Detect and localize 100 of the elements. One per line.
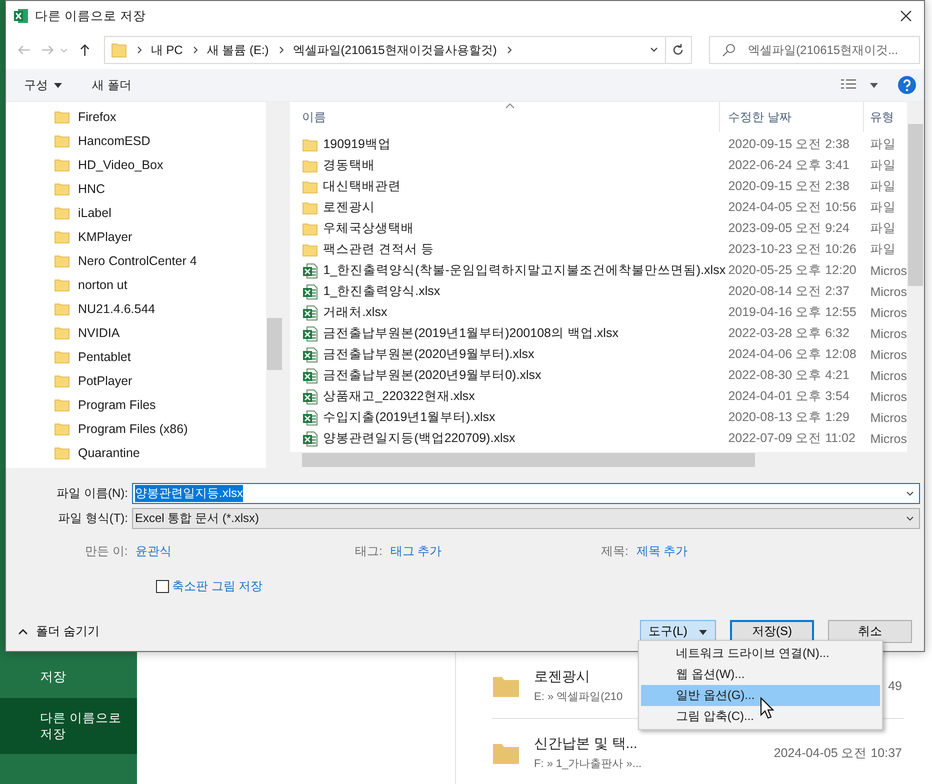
file-row[interactable]: 190919백업 2020-09-15 오전 2:38 파일 (290, 134, 907, 155)
spreadsheet-app-icon (13, 8, 29, 24)
folder-tree-item[interactable]: PotPlayer (54, 369, 266, 393)
spreadsheet-file-icon (302, 410, 318, 426)
file-row[interactable]: 금전출납부원본(2019년1월부터)200108의 백업.xlsx 2022-03-28 오후 6:32 Micros (290, 323, 907, 344)
search-field[interactable]: 엑셀파일(210615현재이것... (709, 36, 920, 64)
folder-icon (54, 229, 70, 245)
chevron-right-icon (134, 46, 143, 54)
menu-item[interactable]: 네트워크 드라이브 연결(N)... (641, 643, 880, 664)
folder-tree-item[interactable]: HD_Video_Box (54, 153, 266, 177)
spreadsheet-file-icon (302, 368, 318, 384)
menu-item[interactable]: 그림 압축(C)... (641, 706, 880, 727)
file-row[interactable]: 거래처.xlsx 2019-04-16 오후 12:55 Micros (290, 302, 907, 323)
folder-tree-item[interactable]: HancomESD (54, 129, 266, 153)
close-icon[interactable] (900, 10, 912, 22)
folder-icon (54, 277, 70, 293)
folder-icon (54, 301, 70, 317)
folder-icon (492, 674, 520, 698)
file-row[interactable]: 1_한진출력양식(착불-운임입력하지말고지불조건에착불만쓰면됨).xlsx 2020-05-25 오후 12:20 Micros (290, 260, 907, 281)
help-icon[interactable] (898, 76, 916, 94)
spreadsheet-file-icon (302, 430, 318, 446)
folder-icon (54, 181, 70, 197)
checkbox-label[interactable]: 축소판 그림 저장 (172, 578, 263, 595)
folder-tree-item[interactable]: NVIDIA (54, 321, 266, 345)
breadcrumb-item[interactable]: 엑셀파일(210615현재이것을사용할것) (292, 42, 497, 58)
menu-item[interactable]: 일반 옵션(G)... (641, 685, 880, 706)
menu-item[interactable]: 웹 옵션(W)... (641, 664, 880, 685)
file-row[interactable]: 경동택배 2022-06-24 오후 3:41 파일 (290, 155, 907, 176)
file-type-dropdown[interactable]: Excel 통합 문서 (*.xlsx) (132, 508, 920, 529)
folder-tree-item[interactable]: Nero ControlCenter 4 (54, 249, 266, 273)
folder-icon (54, 397, 70, 413)
backstage-nav-item[interactable]: 다른 이름으로 저장 (0, 698, 137, 754)
folder-icon (54, 349, 70, 365)
folder-icon (54, 421, 70, 437)
hide-folders-button[interactable]: 폴더 숨기기 (6, 622, 106, 641)
column-header[interactable]: 유형 (864, 102, 907, 132)
folder-icon (302, 158, 318, 174)
folder-tree-item[interactable]: KMPlayer (54, 225, 266, 249)
folder-icon (110, 42, 127, 58)
spreadsheet-file-icon (302, 388, 318, 404)
sort-caret-icon (505, 103, 516, 109)
chevron-down-icon[interactable] (905, 488, 915, 498)
folder-icon (54, 109, 70, 125)
scrollbar[interactable] (907, 102, 924, 468)
property-label: 만든 이: (85, 542, 128, 560)
recent-folder-name[interactable]: 신간납본 및 택... (534, 735, 642, 753)
file-row[interactable]: 상품재고_220322현재.xlsx 2024-04-01 오후 3:54 Micros (290, 386, 907, 407)
file-row[interactable]: 우체국상생택배 2023-09-05 오전 9:24 파일 (290, 218, 907, 239)
spreadsheet-file-icon (302, 304, 318, 320)
file-row[interactable]: 로젠광시 2024-04-05 오전 10:56 파일 (290, 197, 907, 218)
property-value-link[interactable]: 윤관식 (136, 542, 172, 560)
file-row[interactable]: 양봉관련일지등(백업220709).xlsx 2022-07-09 오전 11:02 Micros (290, 428, 907, 449)
folder-tree-item[interactable]: iLabel (54, 201, 266, 225)
field-label: 파일 이름(N): (56, 485, 129, 502)
folder-tree-item[interactable]: NU21.4.6.544 (54, 297, 266, 321)
spreadsheet-file-icon (302, 284, 318, 300)
spreadsheet-file-icon (302, 262, 318, 278)
folder-tree-item[interactable]: Pentablet (54, 345, 266, 369)
up-arrow-icon[interactable] (78, 43, 92, 57)
recent-folder-path: F: » 1_가나출판사 »... (534, 757, 642, 771)
folder-icon (302, 220, 318, 236)
file-name-field[interactable]: 양봉관련일지등.xlsx (132, 483, 920, 504)
cancel-button[interactable]: 취소 (828, 620, 912, 643)
file-row[interactable]: 금전출납부원본(2020년9월부터0).xlsx 2022-08-30 오후 4:21 Micros (290, 365, 907, 386)
breadcrumb-item[interactable]: 내 PC (150, 42, 183, 58)
folder-tree-item[interactable]: Program Files (54, 393, 266, 417)
property-label: 제목: (601, 542, 628, 560)
property-value-link[interactable]: 제목 추가 (636, 542, 688, 560)
chevron-down-icon[interactable] (905, 514, 915, 524)
backstage-nav-item[interactable]: 저장 (0, 650, 137, 698)
address-bar[interactable]: 내 PC 새 볼륨 (E:) 엑셀파일(210615현재이것을사용할것) (104, 36, 666, 64)
file-row[interactable]: 금전출납부원본(2020년9월부터).xlsx 2024-04-06 오후 12:08 Micros (290, 344, 907, 365)
organize-button[interactable]: 구성 (16, 72, 70, 98)
folder-tree-item[interactable]: norton ut (54, 273, 266, 297)
file-row[interactable]: 1_한진출력양식.xlsx 2020-08-14 오전 2:37 Micros (290, 281, 907, 302)
property-value-link[interactable]: 태그 추가 (390, 542, 442, 560)
folder-icon (302, 200, 318, 216)
recent-folder-path: E: » 엑셀파일(210 (534, 690, 623, 704)
folder-tree-item[interactable]: HNC (54, 177, 266, 201)
breadcrumb-item[interactable]: 새 볼륨 (E:) (206, 42, 269, 58)
folder-icon (54, 325, 70, 341)
column-header[interactable]: 수정한 날짜 (720, 102, 864, 132)
folder-icon (54, 133, 70, 149)
file-row[interactable]: 수입지출(2019년1월부터).xlsx 2020-08-13 오후 1:29 Micros (290, 407, 907, 428)
recent-folder-date: 2024-04-05 오전 10:37 (774, 744, 902, 762)
file-row[interactable]: 대신택배관련 2020-09-15 오전 2:38 파일 (290, 176, 907, 197)
checkbox[interactable] (156, 580, 169, 593)
refresh-button[interactable] (664, 36, 692, 64)
recent-folder-name[interactable]: 로젠광시 (534, 668, 623, 686)
file-row[interactable]: 팩스관련 견적서 등 2023-10-23 오전 10:26 파일 (290, 239, 907, 260)
search-icon (722, 43, 736, 57)
folder-tree-item[interactable]: Firefox (54, 105, 266, 129)
folder-tree-item[interactable]: Quarantine (54, 441, 266, 465)
caret-icon (54, 81, 62, 89)
spreadsheet-file-icon (302, 346, 318, 362)
folder-tree-item[interactable]: Program Files (x86) (54, 417, 266, 441)
new-folder-button[interactable]: 새 폴더 (84, 72, 140, 98)
window-title: 다른 이름으로 저장 (35, 8, 146, 24)
column-header[interactable]: 이름 (290, 102, 720, 132)
caret-icon[interactable] (870, 81, 878, 89)
